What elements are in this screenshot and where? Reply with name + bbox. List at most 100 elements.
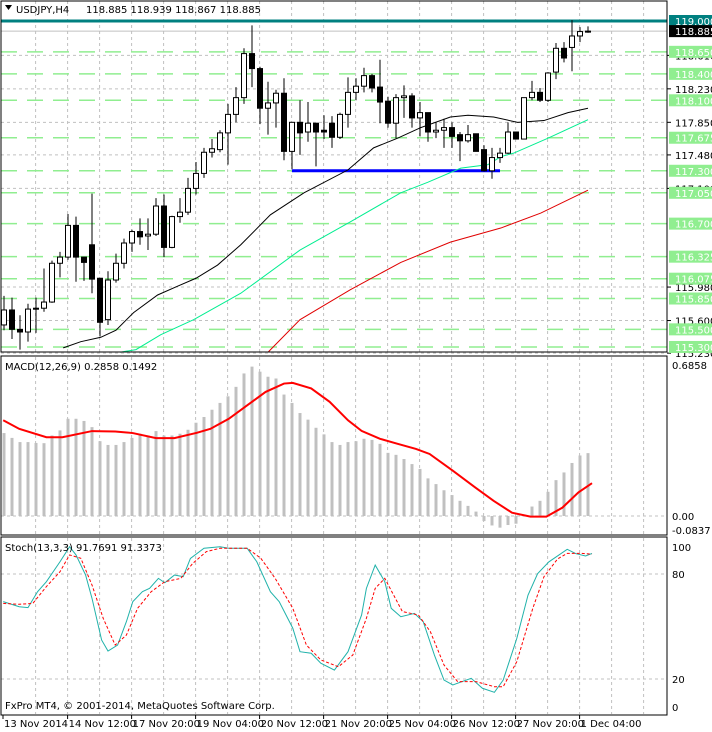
candle-bear [97, 277, 103, 323]
candle-bear [449, 127, 455, 137]
candle-bull [433, 129, 439, 133]
candle-bear [513, 131, 519, 140]
time-axis-label: 19 Nov 04:00 [197, 719, 264, 730]
candle-bull [505, 131, 511, 154]
time-axis-label: 1 Dec 04:00 [581, 719, 642, 730]
macd-histogram-bar [482, 516, 486, 522]
macd-histogram-bar [250, 366, 254, 516]
stoch-axis-label: 80 [672, 570, 685, 581]
current-price-label: 118.885 [675, 27, 712, 38]
macd-histogram-bar [306, 419, 310, 516]
candle-bull [585, 30, 591, 33]
macd-histogram-bar [66, 418, 70, 516]
candle-bull [569, 35, 575, 48]
candle-bull [305, 122, 311, 133]
candle-bull [65, 224, 71, 258]
macd-histogram-bar [186, 429, 190, 516]
level-label: 115.300 [675, 343, 712, 354]
macd-histogram-bar [130, 437, 134, 516]
time-axis-label: 17 Nov 20:00 [133, 719, 200, 730]
stochastic-panel [3, 545, 593, 693]
stoch-main-line [3, 545, 593, 693]
level-label: 115.850 [675, 295, 712, 306]
macd-axis-label: 0.00 [672, 512, 694, 523]
candle-bull [545, 72, 551, 101]
trading-chart[interactable]: 118.610118.230117.850117.480117.100115.9… [0, 0, 712, 732]
macd-histogram-bar [538, 500, 542, 516]
macd-histogram-bar [154, 431, 158, 516]
price-axis: 118.610118.230117.850117.480117.100115.9… [667, 15, 712, 714]
candle-bear [473, 133, 479, 152]
candle-bear [369, 75, 375, 89]
level-label: 117.675 [675, 134, 712, 145]
stoch-signal-line [3, 547, 593, 688]
candle-bear [425, 112, 431, 133]
level-label: 116.700 [675, 220, 712, 231]
candle-bull [529, 91, 535, 99]
candle-bull [465, 134, 471, 142]
macd-histogram-bar [530, 506, 534, 516]
candle-bull [201, 151, 207, 174]
candle-bull [337, 113, 343, 138]
candle-bull [169, 216, 175, 248]
macd-histogram-bar [322, 434, 326, 516]
price-axis-label: 118.230 [675, 85, 712, 96]
candle-bear [73, 224, 79, 258]
macd-histogram-bar [370, 439, 374, 516]
candle-bull [121, 242, 127, 264]
level-label: 116.325 [675, 253, 712, 264]
macd-histogram-bar [330, 442, 334, 516]
candle-bear [329, 122, 335, 138]
time-axis-label: 21 Nov 20:00 [325, 719, 392, 730]
macd-histogram-bar [266, 376, 270, 516]
time-axis-label: 27 Nov 20:00 [517, 719, 584, 730]
macd-histogram-bar [386, 452, 390, 516]
macd-histogram-bar [354, 441, 358, 516]
candle-bear [377, 86, 383, 103]
macd-histogram-bar [282, 394, 286, 516]
panel-frames [0, 0, 668, 716]
candle-bull [441, 127, 447, 131]
macd-histogram-bar [34, 442, 38, 516]
macd-histogram-bar [362, 438, 366, 516]
candle-bull [1, 309, 7, 326]
macd-histogram-bar [18, 442, 22, 516]
macd-histogram-bar [546, 491, 550, 516]
level-label: 118.400 [675, 70, 712, 81]
candle-bear [481, 149, 487, 172]
candle-bull [353, 85, 359, 93]
macd-histogram-bar [58, 430, 62, 516]
symbol-menu-triangle-icon[interactable] [5, 5, 12, 10]
level-label: 118.650 [675, 48, 712, 59]
candle-bull [497, 152, 503, 159]
macd-histogram-bar [298, 413, 302, 516]
stoch-axis-label: 100 [672, 543, 691, 554]
macd-histogram-bar [242, 373, 246, 516]
candle-bull [193, 172, 199, 189]
candle-bear [409, 95, 415, 119]
candle-bear [257, 68, 263, 109]
candle-bear [385, 100, 391, 124]
candle-bear [17, 328, 23, 333]
macd-title: MACD(12,26,9) 0.2858 0.1492 [5, 362, 157, 373]
time-axis-label: 26 Nov 12:00 [453, 719, 520, 730]
candle-bull [577, 31, 583, 37]
candle-bull [33, 307, 39, 310]
macd-histogram-bar [98, 441, 102, 516]
macd-histogram-bar [90, 427, 94, 516]
level-label: 117.300 [675, 167, 712, 178]
candle-bull [553, 47, 559, 73]
candle-bear [313, 122, 319, 133]
candle-bear [81, 256, 87, 263]
macd-histogram-bar [562, 472, 566, 516]
candle-bull [129, 231, 135, 244]
candle-bull [25, 308, 31, 333]
time-axis: 13 Nov 2014 14 Nov 12:0017 Nov 20:0019 No… [2, 715, 642, 730]
macd-histogram-bar [2, 433, 6, 516]
level-label: 115.500 [675, 325, 712, 336]
candle-bull [217, 132, 223, 151]
macd-histogram-bar [218, 402, 222, 516]
macd-histogram-bar [506, 516, 510, 526]
macd-histogram-bar [498, 516, 502, 528]
level-label: 116.075 [675, 275, 712, 286]
